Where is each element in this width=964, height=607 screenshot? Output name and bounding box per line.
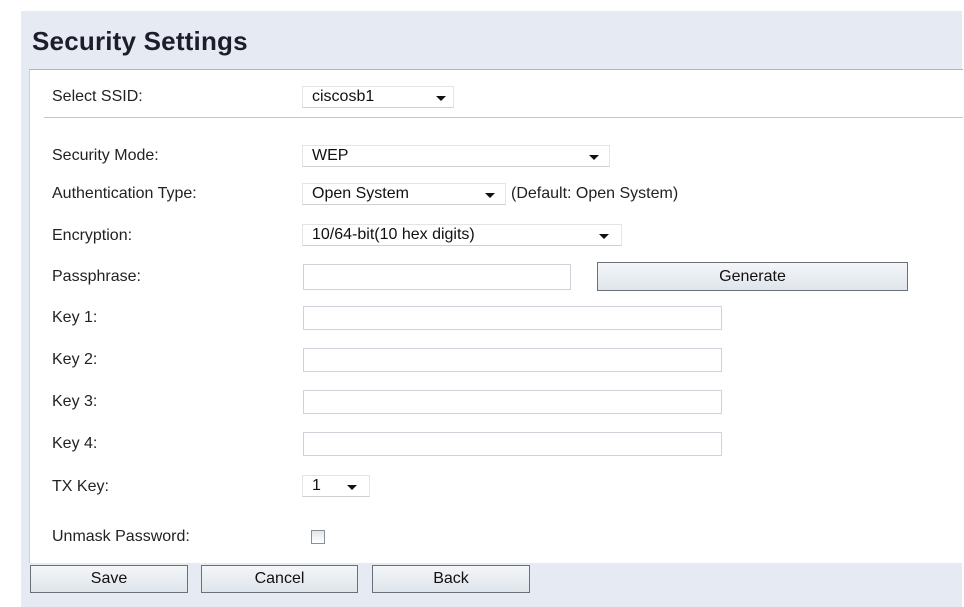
encryption-select[interactable]: 10/64-bit(10 hex digits): [302, 224, 622, 246]
passphrase-label: Passphrase:: [52, 268, 141, 285]
tx-key-label: TX Key:: [52, 478, 109, 495]
key-2-input[interactable]: [303, 348, 722, 372]
chevron-down-icon: [589, 155, 599, 160]
ssid-label: Select SSID:: [52, 88, 143, 105]
page-title: Security Settings: [32, 26, 248, 56]
encryption-label: Encryption:: [52, 227, 133, 244]
key-3-input[interactable]: [303, 390, 722, 414]
chevron-down-icon: [436, 96, 446, 101]
generate-button[interactable]: Generate: [597, 262, 908, 291]
key-2-label: Key 2:: [52, 351, 98, 368]
chevron-down-icon: [599, 234, 609, 239]
security-settings-frame: Security Settings Select SSID: ciscosb1 …: [21, 11, 963, 607]
authentication-type-label: Authentication Type:: [52, 185, 197, 202]
unmask-password-checkbox[interactable]: [311, 530, 325, 544]
chevron-down-icon: [347, 485, 357, 490]
back-button[interactable]: Back: [372, 565, 530, 593]
authentication-type-select-value: Open System: [312, 185, 409, 202]
ssid-select-value: ciscosb1: [312, 88, 375, 105]
chevron-down-icon: [485, 193, 495, 198]
security-mode-select-value: WEP: [312, 147, 349, 164]
security-mode-select[interactable]: WEP: [302, 145, 610, 167]
key-1-label: Key 1:: [52, 309, 98, 326]
section-divider: [44, 117, 963, 118]
ssid-select[interactable]: ciscosb1: [302, 86, 454, 108]
encryption-select-value: 10/64-bit(10 hex digits): [312, 226, 475, 243]
security-mode-label: Security Mode:: [52, 147, 159, 164]
key-3-label: Key 3:: [52, 393, 98, 410]
key-1-input[interactable]: [303, 306, 722, 330]
tx-key-select[interactable]: 1: [302, 475, 370, 497]
key-4-input[interactable]: [303, 432, 722, 456]
authentication-type-hint: (Default: Open System): [511, 185, 679, 202]
cancel-button[interactable]: Cancel: [201, 565, 358, 593]
settings-panel: Select SSID: ciscosb1 Security Mode: WEP…: [29, 69, 963, 563]
tx-key-select-value: 1: [312, 477, 321, 494]
key-4-label: Key 4:: [52, 435, 98, 452]
passphrase-input[interactable]: [303, 264, 571, 290]
authentication-type-select[interactable]: Open System: [302, 183, 506, 205]
save-button[interactable]: Save: [30, 565, 188, 593]
unmask-password-label: Unmask Password:: [52, 528, 190, 545]
